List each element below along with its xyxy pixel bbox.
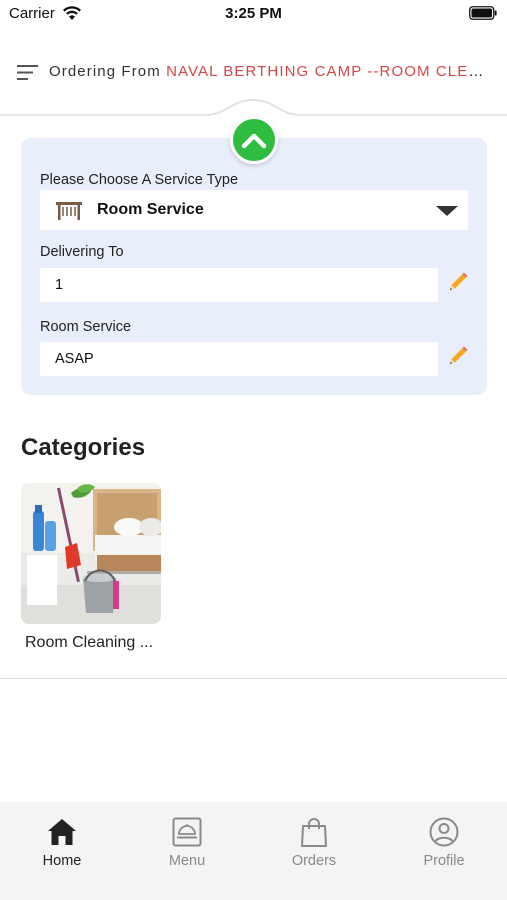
dropdown-caret-icon — [436, 206, 458, 216]
room-service-time-label: Room Service — [40, 319, 132, 335]
service-type-select[interactable]: Room Service — [40, 190, 468, 230]
app-header: Ordering From NAVAL BERTHING CAMP --ROOM… — [0, 40, 507, 104]
bottom-tab-bar: Home Menu Orders Profile — [0, 802, 507, 900]
ordering-location[interactable]: NAVAL BERTHING CAMP --ROOM CLEAN... — [166, 63, 494, 80]
tab-home-label: Home — [42, 853, 82, 869]
shopping-bag-icon — [301, 818, 327, 847]
home-icon — [48, 819, 76, 845]
edit-pencil-icon[interactable] — [447, 345, 469, 367]
room-service-time-field[interactable]: ASAP — [40, 342, 438, 376]
content-divider — [0, 678, 507, 679]
status-bar: Carrier 3:25 PM — [0, 0, 507, 30]
tab-home[interactable]: Home — [7, 816, 117, 876]
header-notch — [205, 98, 301, 118]
collapse-panel-button[interactable] — [230, 116, 278, 164]
ordering-from-line[interactable]: Ordering From NAVAL BERTHING CAMP --ROOM… — [49, 63, 494, 80]
delivering-to-field[interactable]: 1 — [40, 268, 438, 302]
table-icon — [56, 202, 82, 220]
clock: 3:25 PM — [225, 5, 282, 22]
service-card: Please Choose A Service Type Room Servic… — [21, 138, 487, 395]
tab-profile-label: Profile — [423, 853, 465, 869]
chevron-up-icon — [241, 133, 267, 149]
ordering-from-label: Ordering From — [49, 63, 161, 80]
tab-orders-label: Orders — [291, 853, 337, 869]
category-card-room-cleaning[interactable]: Room Cleaning ... — [21, 483, 161, 659]
tab-menu-label: Menu — [168, 853, 206, 869]
service-type-label: Please Choose A Service Type — [40, 172, 239, 188]
menu-tray-icon — [172, 817, 202, 847]
hamburger-menu-icon[interactable] — [17, 64, 38, 81]
edit-pencil-icon[interactable] — [447, 271, 469, 293]
tab-profile[interactable]: Profile — [389, 816, 499, 876]
tab-orders[interactable]: Orders — [259, 816, 369, 876]
profile-icon — [429, 817, 459, 847]
tab-menu[interactable]: Menu — [132, 816, 242, 876]
categories-heading: Categories — [21, 434, 146, 461]
room-cleaning-image — [21, 483, 161, 624]
category-label: Room Cleaning ... — [25, 634, 154, 651]
service-type-value: Room Service — [97, 201, 204, 218]
delivering-to-label: Delivering To — [40, 244, 124, 260]
battery-icon — [469, 6, 497, 20]
